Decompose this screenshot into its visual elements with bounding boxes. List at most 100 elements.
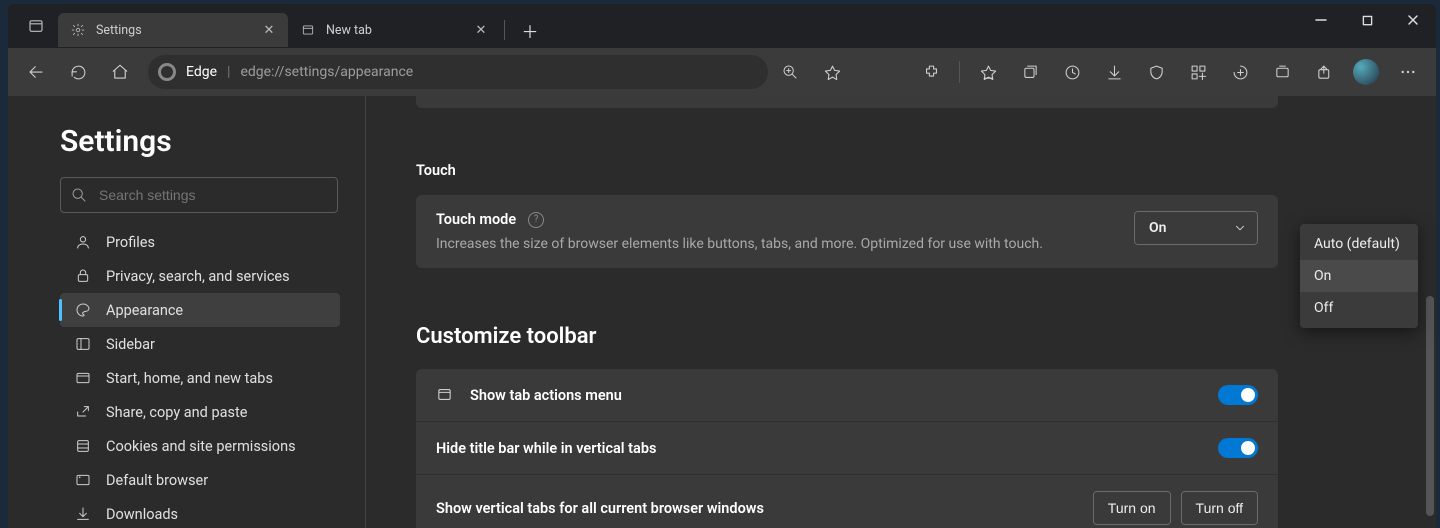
turn-off-button[interactable]: Turn off	[1181, 491, 1258, 525]
sidebar-item-start-home[interactable]: Start, home, and new tabs	[60, 361, 340, 395]
back-button[interactable]	[16, 52, 56, 92]
sidebar-item-label: Downloads	[106, 506, 178, 523]
browser-toolbar: Edge | edge://settings/appearance	[8, 48, 1436, 96]
sidebar-item-appearance[interactable]: Appearance	[60, 293, 340, 327]
previous-card-bottom	[416, 96, 1278, 108]
settings-content: Touch Touch mode ? Increases the size of…	[366, 96, 1436, 528]
row-vertical-tabs-all-windows: Show vertical tabs for all current brows…	[416, 474, 1278, 528]
refresh-button[interactable]	[58, 52, 98, 92]
search-settings[interactable]	[60, 177, 338, 213]
sidebar-item-label: Appearance	[106, 302, 183, 319]
dropdown-option-on[interactable]: On	[1300, 260, 1418, 292]
profile-avatar[interactable]	[1346, 52, 1386, 92]
sidebar-item-sidebar[interactable]: Sidebar	[60, 327, 340, 361]
extensions-icon[interactable]	[911, 52, 951, 92]
sidebar-item-cookies[interactable]: Cookies and site permissions	[60, 429, 340, 463]
settings-sidebar: Settings Profiles Privacy, search, and s…	[8, 96, 366, 528]
sidebar-item-label: Default browser	[106, 472, 208, 489]
favorite-add-icon[interactable]	[812, 52, 852, 92]
sidebar-item-profiles[interactable]: Profiles	[60, 225, 340, 259]
math-solver-icon[interactable]	[1220, 52, 1260, 92]
row-show-tab-actions: Show tab actions menu	[416, 369, 1278, 421]
edge-logo-icon	[158, 63, 176, 81]
favorites-icon[interactable]	[968, 52, 1008, 92]
row-label: Hide title bar while in vertical tabs	[436, 440, 656, 457]
sidebar-item-label: Privacy, search, and services	[106, 268, 290, 285]
page-icon	[300, 22, 316, 38]
home-button[interactable]	[100, 52, 140, 92]
section-customize-toolbar-title: Customize toolbar	[416, 324, 1400, 349]
history-icon[interactable]	[1052, 52, 1092, 92]
row-hide-title-bar: Hide title bar while in vertical tabs	[416, 421, 1278, 474]
sidebar-item-privacy[interactable]: Privacy, search, and services	[60, 259, 340, 293]
sidebar-item-default-browser[interactable]: Default browser	[60, 463, 340, 497]
downloads-icon[interactable]	[1094, 52, 1134, 92]
window-minimize-button[interactable]	[1298, 4, 1344, 36]
tab-actions-icon[interactable]	[14, 8, 58, 44]
customize-toolbar-card: Show tab actions menu Hide title bar whi…	[416, 369, 1278, 528]
sidebar-item-share-copy[interactable]: Share, copy and paste	[60, 395, 340, 429]
shield-icon[interactable]	[1136, 52, 1176, 92]
touch-card: Touch mode ? Increases the size of brows…	[416, 195, 1278, 268]
toolbar-divider	[959, 61, 960, 83]
toggle-hide-title-bar[interactable]	[1218, 438, 1258, 458]
cookies-icon	[74, 437, 92, 455]
sidebar-item-label: Start, home, and new tabs	[106, 370, 273, 387]
row-label: Show vertical tabs for all current brows…	[436, 500, 764, 517]
settings-page: Settings Profiles Privacy, search, and s…	[8, 96, 1436, 528]
row-label: Show tab actions menu	[470, 387, 622, 404]
search-input[interactable]	[97, 186, 327, 204]
touch-mode-dropdown[interactable]: On	[1134, 211, 1258, 245]
dropdown-option-auto[interactable]: Auto (default)	[1300, 228, 1418, 260]
touch-mode-title: Touch mode	[436, 211, 516, 228]
page-title: Settings	[60, 124, 347, 159]
paint-icon	[74, 301, 92, 319]
zoom-icon[interactable]	[770, 52, 810, 92]
scrollbar[interactable]	[1426, 296, 1434, 516]
sidebar-item-label: Share, copy and paste	[106, 404, 247, 421]
screenshot-icon[interactable]	[1262, 52, 1302, 92]
gear-icon	[70, 22, 86, 38]
tab-icon	[74, 369, 92, 387]
apps-icon[interactable]	[1178, 52, 1218, 92]
tab-title: Settings	[96, 23, 250, 38]
help-icon[interactable]: ?	[528, 212, 544, 228]
close-icon[interactable]: ✕	[260, 21, 278, 39]
collections-icon[interactable]	[1010, 52, 1050, 92]
tab-newtab[interactable]: New tab ✕	[288, 13, 500, 47]
tab-separator	[504, 20, 505, 40]
chevron-down-icon	[1233, 221, 1247, 235]
profile-icon	[74, 233, 92, 251]
panel-icon	[74, 335, 92, 353]
share-arrow-icon	[74, 403, 92, 421]
more-menu-icon[interactable]	[1388, 52, 1428, 92]
tab-actions-icon	[436, 386, 454, 404]
window-close-button[interactable]	[1390, 4, 1436, 36]
share-icon[interactable]	[1304, 52, 1344, 92]
sidebar-item-label: Cookies and site permissions	[106, 438, 296, 455]
search-icon	[71, 187, 87, 203]
tab-settings[interactable]: Settings ✕	[58, 13, 288, 47]
address-url: edge://settings/appearance	[240, 64, 413, 80]
lock-icon	[74, 267, 92, 285]
sidebar-item-label: Profiles	[106, 234, 155, 251]
window-maximize-button[interactable]	[1344, 4, 1390, 36]
browser-icon	[74, 471, 92, 489]
toggle-show-tab-actions[interactable]	[1218, 385, 1258, 405]
dropdown-option-off[interactable]: Off	[1300, 292, 1418, 324]
section-touch-label: Touch	[416, 162, 1400, 179]
tab-title: New tab	[326, 23, 462, 38]
tab-strip: Settings ✕ New tab ✕ ＋	[8, 4, 1436, 48]
address-bar[interactable]: Edge | edge://settings/appearance	[148, 55, 768, 89]
touch-mode-dropdown-panel: Auto (default) On Off	[1300, 224, 1418, 328]
download-icon	[74, 505, 92, 523]
address-sep: |	[227, 64, 230, 80]
touch-mode-desc: Increases the size of browser elements l…	[436, 236, 1043, 252]
address-host: Edge	[186, 64, 217, 80]
dropdown-selected: On	[1149, 220, 1166, 236]
sidebar-item-downloads[interactable]: Downloads	[60, 497, 340, 528]
sidebar-item-label: Sidebar	[106, 336, 155, 353]
close-icon[interactable]: ✕	[472, 21, 490, 39]
new-tab-button[interactable]: ＋	[513, 13, 547, 47]
turn-on-button[interactable]: Turn on	[1093, 491, 1171, 525]
